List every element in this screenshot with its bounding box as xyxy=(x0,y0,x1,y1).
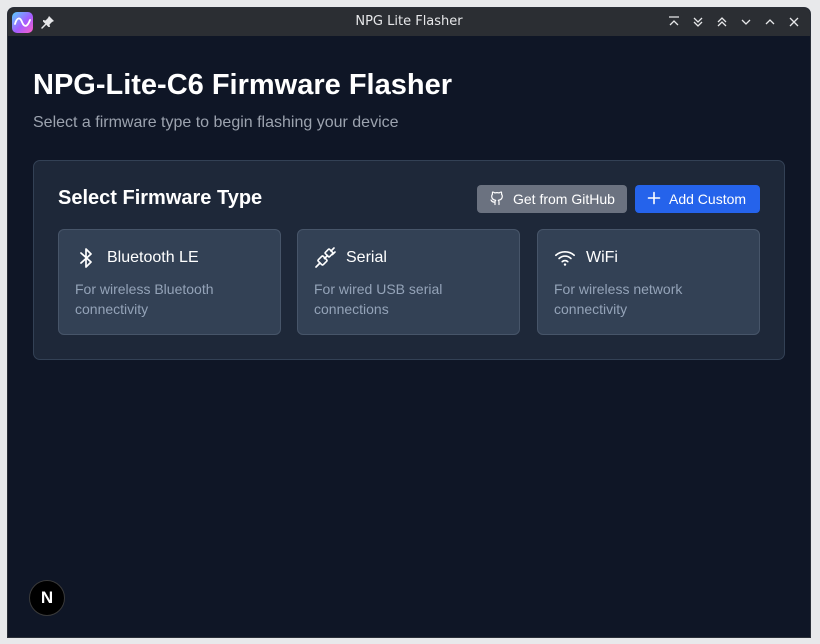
get-from-github-button[interactable]: Get from GitHub xyxy=(477,185,627,213)
card-description: For wireless network connectivity xyxy=(554,281,683,317)
card-title: Serial xyxy=(346,249,387,266)
card-description: For wireless Bluetooth connectivity xyxy=(75,281,214,317)
minimize-icon[interactable] xyxy=(736,12,756,32)
plus-icon xyxy=(647,191,661,208)
close-icon[interactable] xyxy=(784,12,804,32)
window-controls xyxy=(664,12,804,32)
wifi-icon xyxy=(554,246,576,270)
firmware-card-wifi[interactable]: WiFi For wireless network connectivity xyxy=(537,229,760,335)
github-icon xyxy=(489,190,505,209)
shade-down-icon[interactable] xyxy=(688,12,708,32)
main-content: NPG-Lite-C6 Firmware Flasher Select a fi… xyxy=(8,36,810,637)
app-window: NPG Lite Flasher NPG-Lite-C6 Firmware Fl… xyxy=(8,8,810,637)
github-button-label: Get from GitHub xyxy=(513,191,615,207)
nextjs-dev-badge[interactable]: N xyxy=(29,580,65,616)
page-title: NPG-Lite-C6 Firmware Flasher xyxy=(33,69,452,101)
usb-cable-icon xyxy=(314,246,336,270)
add-custom-label: Add Custom xyxy=(669,191,747,207)
maximize-icon[interactable] xyxy=(760,12,780,32)
card-description: For wired USB serial connections xyxy=(314,281,443,317)
bluetooth-icon xyxy=(75,246,97,270)
add-custom-button[interactable]: Add Custom xyxy=(635,185,760,213)
badge-letter: N xyxy=(40,588,54,607)
card-title: Bluetooth LE xyxy=(107,249,199,266)
card-title: WiFi xyxy=(586,249,618,266)
panel-title: Select Firmware Type xyxy=(58,187,263,209)
firmware-select-panel: Select Firmware Type Get from GitHub Add… xyxy=(33,160,785,360)
page-subtitle: Select a firmware type to begin flashing… xyxy=(33,114,399,131)
shade-up-icon[interactable] xyxy=(712,12,732,32)
title-bar[interactable]: NPG Lite Flasher xyxy=(8,8,810,36)
keep-above-icon[interactable] xyxy=(664,12,684,32)
firmware-card-bluetooth[interactable]: Bluetooth LE For wireless Bluetooth conn… xyxy=(58,229,281,335)
firmware-card-serial[interactable]: Serial For wired USB serial connections xyxy=(297,229,520,335)
